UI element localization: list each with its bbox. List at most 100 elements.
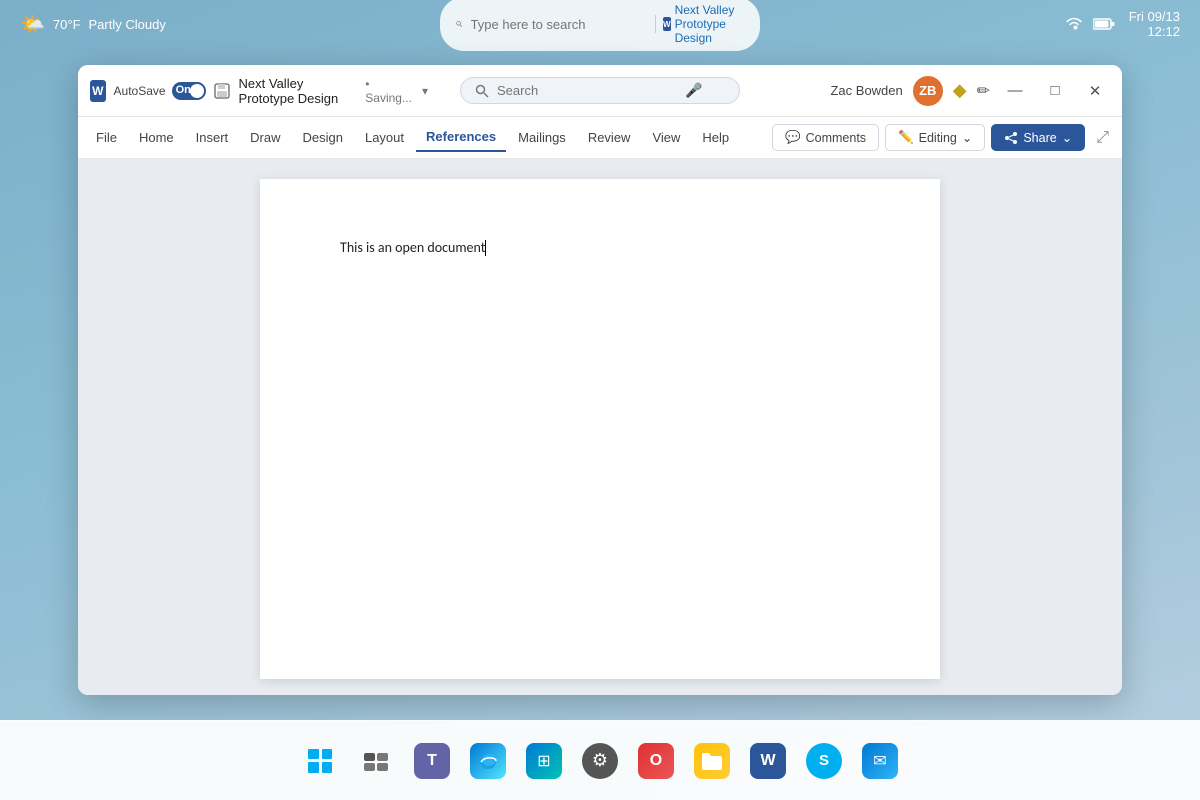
ribbon-tab-layout[interactable]: Layout	[355, 124, 414, 151]
title-bar-right: Zac Bowden ZB ◆ ✏ — □ ✕	[770, 76, 1110, 106]
share-icon	[1004, 131, 1018, 145]
share-label: Share	[1023, 131, 1056, 145]
document-area[interactable]: This is an open document	[78, 159, 1122, 695]
share-button[interactable]: Share ⌄	[991, 124, 1085, 151]
system-tray: Fri 09/13 12:12	[1065, 9, 1180, 39]
ribbon-tab-draw[interactable]: Draw	[240, 124, 290, 151]
taskbar-item-multitask[interactable]	[350, 735, 402, 787]
top-search-input[interactable]	[471, 17, 647, 32]
word-taskbar-icon: W	[750, 743, 786, 779]
office-icon: O	[638, 743, 674, 779]
search-icon	[456, 17, 463, 31]
maximize-button[interactable]: □	[1040, 76, 1070, 106]
save-icon-button[interactable]	[214, 79, 231, 103]
taskbar-item-office[interactable]: O	[630, 735, 682, 787]
datetime-display: Fri 09/13 12:12	[1129, 9, 1180, 39]
word-search-input[interactable]	[497, 83, 677, 98]
ribbon-tab-view[interactable]: View	[642, 124, 690, 151]
word-logo: W	[90, 80, 106, 102]
taskbar-item-store[interactable]: ⊞	[518, 735, 570, 787]
ribbon-tab-home[interactable]: Home	[129, 124, 184, 151]
windows-icon	[302, 743, 338, 779]
word-icon-small: W	[663, 17, 671, 31]
autosave-group: AutoSave On	[114, 82, 206, 100]
document-page: This is an open document	[260, 179, 940, 679]
comments-label: Comments	[806, 131, 866, 145]
wifi-icon	[1065, 17, 1083, 31]
taskbar-item-settings[interactable]: ⚙	[574, 735, 626, 787]
ribbon-tab-review[interactable]: Review	[578, 124, 641, 151]
weather-icon: 🌤️	[20, 12, 45, 37]
taskbar-bottom: T ⊞ ⚙ O WS ✉	[0, 720, 1200, 800]
mail-icon: ✉	[862, 743, 898, 779]
settings-icon: ⚙	[582, 743, 618, 779]
taskbar-item-files[interactable]	[686, 735, 738, 787]
mic-icon[interactable]: 🎤	[685, 82, 702, 99]
sys-icons-group	[1065, 17, 1115, 31]
word-window: W AutoSave On Next Valley Prototype Desi…	[78, 65, 1122, 695]
ribbon-tab-help[interactable]: Help	[692, 124, 739, 151]
toggle-thumb	[190, 84, 204, 98]
ribbon-tab-references[interactable]: References	[416, 123, 506, 152]
comments-icon: 💬	[785, 130, 801, 145]
editing-icon: ✏️	[898, 130, 914, 145]
ribbon-bar: FileHomeInsertDrawDesignLayoutReferences…	[78, 117, 1122, 159]
focus-mode-button[interactable]: ⤢	[1091, 124, 1114, 152]
ribbon-tab-mailings[interactable]: Mailings	[508, 124, 576, 151]
teams-icon: T	[414, 743, 450, 779]
minimize-button[interactable]: —	[1000, 76, 1030, 106]
taskbar-item-teams[interactable]: T	[406, 735, 458, 787]
search-file-name: W Next Valley Prototype Design	[663, 3, 744, 45]
saving-indicator: • Saving...	[365, 77, 412, 105]
weather-condition: Partly Cloudy	[89, 17, 166, 32]
ribbon-tab-insert[interactable]: Insert	[186, 124, 239, 151]
close-button[interactable]: ✕	[1080, 76, 1110, 106]
editing-label: Editing	[919, 131, 957, 145]
taskbar-item-windows[interactable]	[294, 735, 346, 787]
task-view-icon	[358, 743, 394, 779]
autosave-toggle[interactable]: On	[172, 82, 206, 100]
weather-temp: 70°F	[53, 17, 81, 32]
title-dropdown-btn[interactable]: ▾	[420, 82, 430, 100]
title-bar-search[interactable]: 🎤	[430, 77, 770, 104]
win-quad-tr	[322, 749, 333, 760]
title-bar-left: W AutoSave On Next Valley Prototype Desi…	[90, 76, 430, 106]
title-bar: W AutoSave On Next Valley Prototype Desi…	[78, 65, 1122, 117]
files-icon	[694, 743, 730, 779]
doc-title: Next Valley Prototype Design	[239, 76, 358, 106]
pencil-icon[interactable]: ✏	[977, 81, 990, 101]
editing-button[interactable]: ✏️ Editing ⌄	[885, 124, 985, 151]
taskbar-item-skype[interactable]: S	[798, 735, 850, 787]
premium-icon[interactable]: ◆	[953, 80, 967, 101]
weather-widget: 🌤️ 70°F Partly Cloudy	[20, 12, 166, 37]
taskbar-item-mail[interactable]: ✉	[854, 735, 906, 787]
win-quad-br	[322, 762, 333, 773]
save-icon	[214, 83, 230, 99]
ribbon-tabs: FileHomeInsertDrawDesignLayoutReferences…	[86, 123, 739, 152]
taskbar-item-word[interactable]: W	[742, 735, 794, 787]
taskbar-top: 🌤️ 70°F Partly Cloudy W Next Valley Prot…	[0, 0, 1200, 48]
editing-dropdown-icon: ⌄	[962, 130, 972, 145]
battery-icon	[1093, 17, 1115, 31]
time-display: 12:12	[1129, 24, 1180, 39]
document-content[interactable]: This is an open document	[340, 239, 860, 256]
text-cursor	[485, 240, 486, 256]
autosave-label: AutoSave	[114, 84, 166, 98]
taskbar-item-edge[interactable]	[462, 735, 514, 787]
word-search-icon	[475, 84, 489, 98]
share-dropdown-icon: ⌄	[1062, 130, 1072, 145]
edge-icon	[470, 743, 506, 779]
user-name: Zac Bowden	[830, 83, 902, 98]
ribbon-tab-design[interactable]: Design	[293, 124, 353, 151]
date-display: Fri 09/13	[1129, 9, 1180, 24]
user-avatar: ZB	[913, 76, 943, 106]
skype-icon: S	[806, 743, 842, 779]
document-text: This is an open document	[340, 239, 485, 256]
toggle-label: On	[176, 84, 191, 96]
comments-button[interactable]: 💬 Comments	[772, 124, 879, 151]
store-icon: ⊞	[526, 743, 562, 779]
win-quad-tl	[308, 749, 319, 760]
top-search-bar[interactable]: W Next Valley Prototype Design	[440, 0, 760, 51]
ribbon-tab-file[interactable]: File	[86, 124, 127, 151]
ribbon-right: 💬 Comments ✏️ Editing ⌄ Share ⌄ ⤢	[772, 124, 1114, 152]
